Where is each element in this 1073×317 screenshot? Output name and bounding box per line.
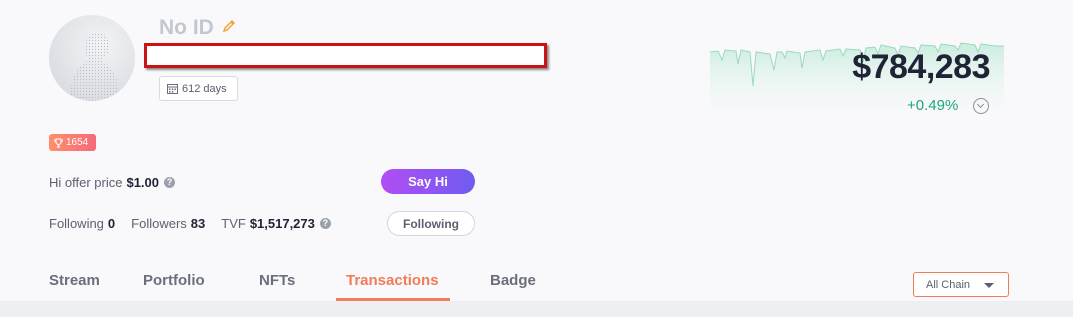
chain-filter-dropdown[interactable]: All Chain [913, 272, 1009, 297]
trophy-icon [54, 137, 63, 148]
followers-count[interactable]: 83 [191, 216, 205, 231]
account-age-pill: 612 days [159, 76, 238, 101]
help-icon[interactable]: ? [164, 177, 176, 188]
tab-stream[interactable]: Stream [49, 272, 100, 289]
tab-transactions[interactable]: Transactions [346, 272, 439, 289]
account-age: 612 days [182, 82, 227, 95]
followers-label[interactable]: Followers [131, 216, 187, 231]
following-button[interactable]: Following [387, 211, 475, 236]
hi-offer-price: $1.00 [126, 175, 160, 190]
chevron-down-icon[interactable] [973, 98, 989, 114]
edit-icon[interactable] [222, 19, 236, 33]
tvf-label: TVF [221, 216, 246, 231]
tvf-value: $1,517,273 [249, 216, 315, 231]
score-value: 1654 [66, 137, 89, 148]
hi-offer-row: Hi offer price $1.00 ? [49, 175, 176, 190]
tab-badge[interactable]: Badge [490, 272, 536, 289]
following-label[interactable]: Following [49, 216, 104, 231]
chain-filter-value: All Chain [926, 278, 971, 291]
avatar[interactable] [49, 15, 135, 101]
help-icon[interactable]: ? [319, 218, 331, 229]
profile-name: No ID [159, 16, 214, 39]
tab-nfts[interactable]: NFTs [259, 272, 295, 289]
net-worth-value: $784,283 [852, 48, 990, 86]
net-worth-change: +0.49% [907, 97, 959, 114]
redacted-address [144, 43, 547, 68]
hi-offer-label: Hi offer price [49, 175, 123, 190]
following-count[interactable]: 0 [108, 216, 115, 231]
caret-down-icon [984, 283, 994, 288]
stats-row: Following 0 Followers 83 TVF $1,517,273 … [49, 216, 331, 231]
tabs-divider [0, 301, 1073, 317]
score-badge: 1654 [49, 134, 96, 151]
say-hi-button[interactable]: Say Hi [381, 169, 475, 194]
tab-portfolio[interactable]: Portfolio [143, 272, 205, 289]
calendar-icon [167, 84, 178, 94]
